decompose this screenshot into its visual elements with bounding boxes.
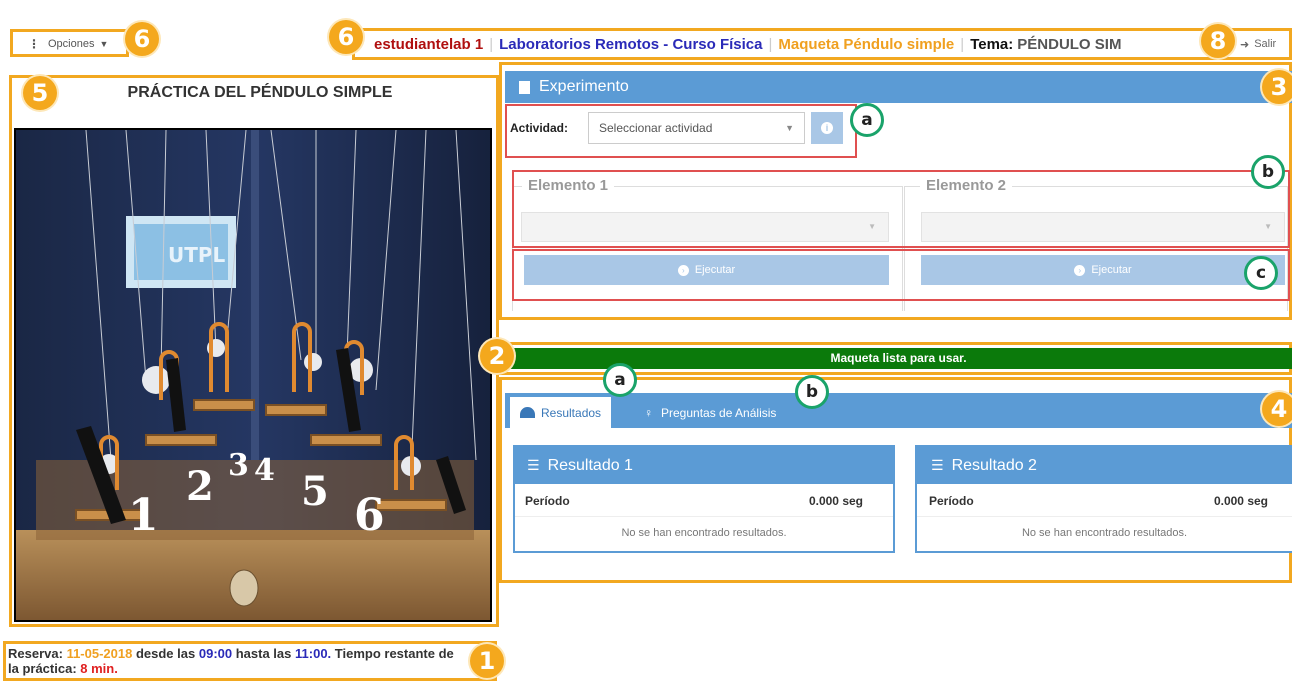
execute-label: Ejecutar	[1091, 264, 1132, 276]
reservation-end: 11:00.	[295, 646, 332, 661]
separator: |	[489, 35, 494, 53]
separator: |	[960, 35, 965, 53]
arrow-circle-right-icon: ›	[677, 264, 689, 276]
reservation-date: 11-05-2018	[66, 646, 133, 661]
execute-button-2[interactable]: › Ejecutar	[921, 255, 1285, 285]
pendulum-number: 5	[301, 468, 329, 515]
result-column-label: Período	[525, 494, 570, 508]
remaining-time: 8 min.	[80, 661, 118, 676]
list-icon: ☰	[527, 457, 540, 473]
info-icon: i	[821, 122, 833, 134]
annotation-c-execute: c	[1244, 256, 1278, 290]
tab-results-label: Resultados	[541, 405, 602, 420]
exit-label: Salir	[1254, 38, 1277, 50]
result-title: Resultado 2	[951, 456, 1037, 474]
topic-value: PÉNDULO SIM	[1017, 35, 1122, 53]
document-icon	[519, 80, 530, 94]
result-card-header: ☰ Resultado 1	[515, 447, 893, 484]
pendulum-scene-image: UTPL 1 2 3 4 5 6	[16, 130, 490, 620]
reservation-start: 09:00	[198, 646, 233, 661]
execute-button-1[interactable]: › Ejecutar	[524, 255, 889, 285]
result-value: 0.000 seg	[1213, 494, 1268, 508]
tab-analysis-label: Preguntas de Análisis	[661, 405, 777, 420]
tab-analysis-questions[interactable]: ♀ Preguntas de Análisis	[640, 397, 780, 428]
annotation-2: 2	[480, 339, 514, 373]
result-row: Período 0.000 seg	[917, 484, 1292, 517]
reservation-label: Reserva:	[8, 646, 63, 661]
result-card-header: ☰ Resultado 2	[917, 447, 1292, 484]
caret-down-icon: ▼	[1264, 222, 1272, 231]
reservation-from-label: desde las	[135, 646, 196, 661]
activity-select-value: Seleccionar actividad	[599, 121, 713, 135]
annotation-a-tabs: a	[603, 363, 637, 397]
annotation-8: 8	[1201, 24, 1235, 58]
video-title: PRÁCTICA DEL PÉNDULO SIMPLE	[127, 84, 393, 101]
separator: |	[768, 35, 773, 53]
annotation-5: 5	[23, 76, 57, 110]
experiment-header: Experimento	[505, 71, 1292, 103]
activity-label: Actividad:	[510, 121, 569, 135]
annotation-a-experiment: a	[850, 103, 884, 137]
annotation-1: 1	[470, 644, 504, 678]
header-breadcrumb: estudiantelab 1 | Laboratorios Remotos -…	[374, 34, 1121, 54]
course-link[interactable]: Laboratorios Remotos - Curso Física	[499, 36, 762, 53]
pendulum-number: 1	[128, 490, 159, 541]
result-empty-message: No se han encontrado resultados.	[1021, 527, 1188, 539]
list-icon: ☰	[931, 457, 944, 473]
pendulum-number: 4	[254, 453, 275, 488]
options-menu-button[interactable]: ⋮ Opciones ▼	[28, 34, 108, 54]
pendulum-number: 2	[186, 463, 214, 510]
annotation-6-right: 6	[329, 20, 363, 54]
model-link[interactable]: Maqueta Péndulo simple	[778, 36, 954, 53]
activity-select[interactable]: Seleccionar actividad ▼	[588, 112, 805, 144]
annotation-6-left: 6	[125, 22, 159, 56]
element-1-select[interactable]: ▼	[521, 212, 889, 242]
sign-out-icon: ➜	[1240, 38, 1250, 51]
reservation-info: Reserva: 11-05-2018 desde las 09:00 hast…	[8, 646, 468, 676]
execute-label: Ejecutar	[694, 264, 736, 276]
reservation-to-label: hasta las	[235, 646, 292, 661]
experiment-title: Experimento	[539, 78, 629, 95]
result-column-label: Período	[929, 494, 974, 508]
caret-down-icon: ▼	[99, 39, 109, 49]
annotation-3: 3	[1262, 70, 1292, 104]
annotation-b-tabs: b	[795, 375, 829, 409]
result-value: 0.000 seg	[808, 494, 863, 508]
user-name[interactable]: estudiantelab 1	[374, 36, 483, 53]
lightbulb-icon: ♀	[644, 405, 653, 420]
banner-text: UTPL	[168, 243, 226, 267]
annotation-4: 4	[1262, 392, 1292, 426]
activity-info-button[interactable]: i	[811, 112, 843, 144]
element-2-select[interactable]: ▼	[921, 212, 1285, 242]
status-message: Maqueta lista para usar.	[830, 351, 967, 365]
annotation-b-elements: b	[1251, 155, 1285, 189]
pendulum-video-feed: UTPL 1 2 3 4 5 6	[14, 128, 492, 622]
vertical-dots-icon: ⋮	[28, 37, 40, 51]
result-row: Período 0.000 seg	[515, 484, 893, 517]
caret-down-icon: ▼	[868, 222, 876, 231]
results-tabbar	[505, 393, 1292, 428]
exit-button[interactable]: ➜ Salir	[1240, 35, 1276, 53]
topic-label: Tema:	[970, 35, 1014, 53]
result-empty-message: No se han encontrado resultados.	[621, 527, 787, 539]
caret-down-icon: ▼	[785, 123, 794, 133]
result-card-2: ☰ Resultado 2 Período 0.000 seg No se ha…	[915, 445, 1292, 553]
pendulum-number: 6	[354, 490, 385, 541]
pendulum-number: 3	[228, 448, 249, 483]
options-label: Opciones	[48, 38, 95, 50]
dashboard-icon	[520, 407, 535, 418]
tab-results[interactable]: Resultados	[510, 397, 612, 428]
result-card-1: ☰ Resultado 1 Período 0.000 seg No se ha…	[513, 445, 895, 553]
result-title: Resultado 1	[547, 456, 633, 474]
arrow-circle-right-icon: ›	[1074, 264, 1086, 276]
